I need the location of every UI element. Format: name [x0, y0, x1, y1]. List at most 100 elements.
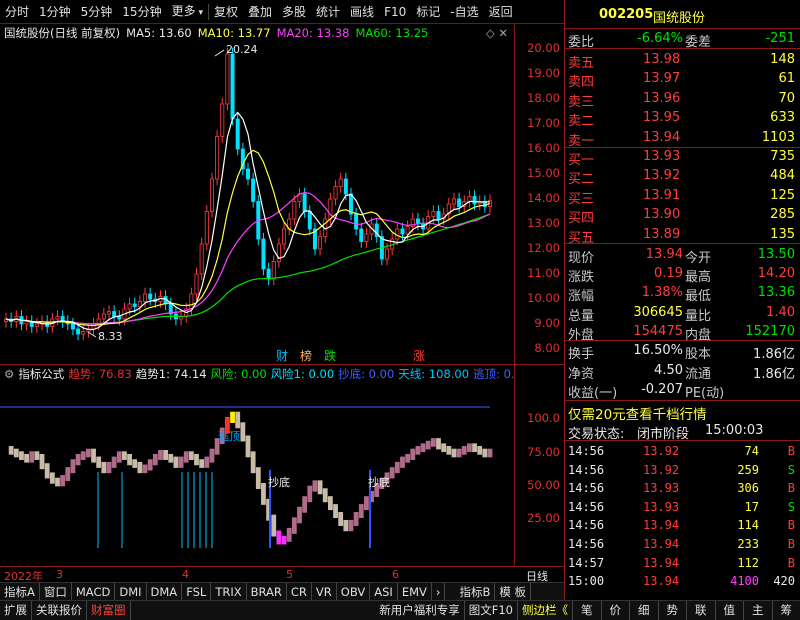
- ask-row[interactable]: 卖四 13.97 61: [565, 69, 800, 90]
- tab-5min[interactable]: 5分钟: [76, 0, 118, 24]
- candle-body: [189, 293, 194, 310]
- ma60-value: MA60: 13.25: [355, 26, 429, 40]
- candle-body: [436, 211, 441, 220]
- tab-1min[interactable]: 1分钟: [34, 0, 76, 24]
- draw-line-button[interactable]: 画线: [345, 0, 379, 24]
- tab-window[interactable]: 窗口: [40, 582, 72, 601]
- tab-indicator-b[interactable]: 指标B: [455, 582, 496, 601]
- bid-row[interactable]: 买三 13.91 125: [565, 186, 800, 207]
- ma20-line: [5, 191, 491, 325]
- f10-button[interactable]: F10: [379, 0, 411, 24]
- bid-row[interactable]: 买五 13.89 135: [565, 225, 800, 246]
- event-marker-rank[interactable]: 榜: [300, 348, 312, 363]
- tab-asi[interactable]: ASI: [370, 582, 398, 601]
- candle-body: [457, 198, 462, 207]
- indicator-bar: [250, 451, 256, 474]
- indicator-bar: [348, 519, 354, 532]
- indicator-name[interactable]: 指标公式: [18, 366, 64, 382]
- bid-row[interactable]: 买四 13.90 285: [565, 205, 800, 226]
- event-marker-finance[interactable]: 财: [276, 349, 288, 363]
- tab-cr[interactable]: CR: [287, 582, 312, 601]
- indicator-bar: [127, 453, 132, 466]
- tab-price[interactable]: 价: [602, 601, 630, 620]
- tab-obv[interactable]: OBV: [337, 582, 371, 601]
- tick: 17.00: [527, 116, 560, 130]
- tab-dma[interactable]: DMA: [147, 582, 183, 601]
- tab-fsl[interactable]: FSL: [182, 582, 212, 601]
- sidebar-toggle[interactable]: 侧边栏《: [518, 601, 573, 620]
- news-promo[interactable]: 新用户福利专享: [375, 601, 465, 620]
- indicator-bar: [75, 453, 81, 466]
- indicator-header: ⚙ 指标公式 趋势: 76.83 趋势1: 74.14 风险: 0.00 风险1…: [0, 364, 514, 382]
- tab-ticks[interactable]: 笔: [573, 601, 602, 620]
- ask-row[interactable]: 卖三 13.96 70: [565, 89, 800, 110]
- indicator-bar: [477, 446, 483, 455]
- tab-trix[interactable]: TRIX: [211, 582, 247, 601]
- promo-text[interactable]: 仅需20元查看千档行情: [568, 403, 707, 423]
- remove-watchlist-button[interactable]: -自选: [445, 0, 483, 24]
- gear-icon[interactable]: ⚙: [4, 367, 14, 381]
- back-button[interactable]: 返回: [484, 0, 518, 24]
- indicator-bar: [101, 461, 107, 474]
- promo-row[interactable]: 仅需20元查看千档行情: [565, 401, 800, 423]
- tab-more[interactable]: 更多 ▾: [167, 0, 208, 25]
- candle-body: [137, 301, 142, 307]
- tab-emv[interactable]: EMV: [398, 582, 432, 601]
- candle-body: [148, 293, 153, 300]
- trend-value: 趋势: 76.83: [68, 366, 132, 381]
- candlestick-chart[interactable]: 20.24 8.33 财 榜 跌 涨: [0, 42, 514, 364]
- ask-row[interactable]: 卖五 13.98 148: [565, 50, 800, 71]
- tab-detail[interactable]: 细: [630, 601, 659, 620]
- tab-trend[interactable]: 势: [659, 601, 687, 620]
- tab-chips[interactable]: 筹: [773, 601, 800, 620]
- tab-linked[interactable]: 联: [687, 601, 716, 620]
- event-marker-drop[interactable]: 跌: [324, 348, 336, 363]
- stats-button[interactable]: 统计: [311, 0, 345, 24]
- indicator-bar: [194, 453, 199, 466]
- overlay-button[interactable]: 叠加: [243, 0, 277, 24]
- close-icon[interactable]: ✕: [498, 26, 508, 40]
- tab-main[interactable]: 主: [744, 601, 773, 620]
- indicator-bar: [19, 451, 24, 460]
- stock-code: 002205: [599, 7, 654, 22]
- indicator-bar: [55, 477, 60, 487]
- ask-row[interactable]: 卖一 13.94 1103: [565, 128, 800, 149]
- event-marker-rise[interactable]: 涨: [413, 348, 425, 363]
- bottom-label-2: 抄底: [368, 475, 390, 489]
- tick: 16.00: [527, 141, 560, 155]
- weibi-row: 委比 -6.64% 委差 -251: [568, 31, 795, 50]
- tick: 15.00: [527, 166, 560, 180]
- tab-macd[interactable]: MACD: [72, 582, 116, 601]
- mark-button[interactable]: 标记: [411, 0, 445, 24]
- tick: 13.00: [527, 216, 560, 230]
- multi-stock-button[interactable]: 多股: [277, 0, 311, 24]
- expand-button[interactable]: 扩展: [0, 601, 32, 620]
- diamond-icon[interactable]: ◇: [486, 26, 495, 40]
- tab-intraday[interactable]: 分时: [0, 0, 34, 24]
- f10-graphic-button[interactable]: 图文F10: [465, 601, 518, 620]
- price-axis: 20.00 19.00 18.00 17.00 16.00 15.00 14.0…: [514, 24, 564, 364]
- candle-body: [230, 53, 235, 120]
- tab-template[interactable]: 模 板: [495, 582, 532, 601]
- tab-brar[interactable]: BRAR: [247, 582, 287, 601]
- bid-row[interactable]: 买一 13.93 735: [565, 147, 800, 168]
- indicator-bar: [70, 459, 76, 474]
- related-quotes-button[interactable]: 关联报价: [32, 601, 87, 620]
- candle-body: [307, 211, 312, 230]
- indicator-chart[interactable]: 逃顶 抄底 抄底: [0, 382, 514, 566]
- trade-row: 14:56 13.93 306 B: [568, 481, 795, 496]
- adjust-button[interactable]: 复权: [209, 0, 243, 24]
- scroll-right-icon[interactable]: ›: [432, 582, 446, 601]
- tab-value[interactable]: 值: [716, 601, 744, 620]
- candle-body: [225, 53, 230, 105]
- tab-indicator-a[interactable]: 指标A: [0, 582, 40, 601]
- indicator-bar: [302, 496, 308, 513]
- tab-dmi[interactable]: DMI: [115, 582, 147, 601]
- ask-row[interactable]: 卖二 13.95 633: [565, 108, 800, 129]
- tick: 12.00: [527, 241, 560, 255]
- fortune-circle-button[interactable]: 财富圈: [87, 601, 131, 620]
- bid-row[interactable]: 买二 13.92 484: [565, 166, 800, 187]
- tab-vr[interactable]: VR: [312, 582, 337, 601]
- tab-15min[interactable]: 15分钟: [117, 0, 166, 24]
- candle-body: [472, 196, 477, 205]
